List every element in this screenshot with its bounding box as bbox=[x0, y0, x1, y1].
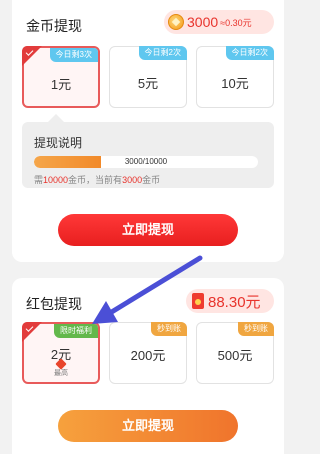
arrow-shaft bbox=[107, 255, 203, 316]
annotation-arrow bbox=[92, 255, 203, 324]
